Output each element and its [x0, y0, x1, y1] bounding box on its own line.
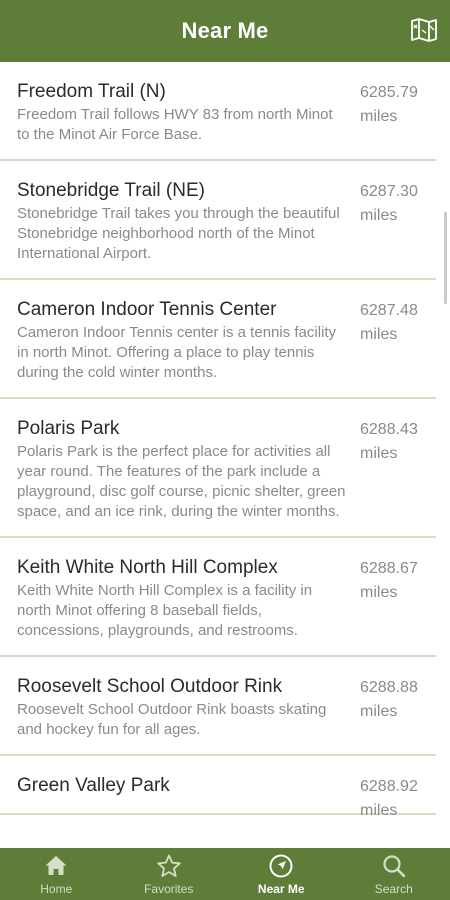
distance-value: 6288.43	[360, 421, 418, 438]
place-distance: 6285.79 miles	[360, 81, 436, 129]
places-list[interactable]: Freedom Trail (N) Freedom Trail follows …	[0, 62, 450, 848]
place-description: Stonebridge Trail takes you through the …	[17, 205, 340, 262]
place-distance: 6287.48 miles	[360, 299, 436, 347]
place-name: Freedom Trail (N)	[17, 81, 166, 102]
place-description: Roosevelt School Outdoor Rink boasts ska…	[17, 701, 327, 738]
list-item[interactable]: Green Valley Park 6288.92 miles	[0, 756, 436, 819]
distance-unit: miles	[360, 108, 398, 125]
place-name: Keith White North Hill Complex	[17, 557, 278, 578]
place-name: Cameron Indoor Tennis Center	[17, 299, 277, 320]
distance-value: 6287.48	[360, 302, 418, 319]
place-description: Freedom Trail follows HWY 83 from north …	[17, 106, 333, 143]
tab-label: Favorites	[144, 882, 194, 896]
place-description: Keith White North Hill Complex is a faci…	[17, 582, 313, 639]
search-icon	[383, 855, 406, 878]
star-icon	[157, 854, 181, 877]
tab-home[interactable]: Home	[0, 848, 113, 900]
place-description: Polaris Park is the perfect place for ac…	[17, 443, 346, 520]
home-icon	[45, 856, 67, 875]
distance-value: 6287.30	[360, 183, 418, 200]
compass-icon	[269, 854, 293, 878]
tab-favorites[interactable]: Favorites	[113, 848, 226, 900]
place-name: Green Valley Park	[17, 775, 170, 796]
place-distance: 6288.67 miles	[360, 557, 436, 605]
distance-unit: miles	[360, 703, 398, 720]
distance-unit: miles	[360, 326, 398, 343]
list-item[interactable]: Cameron Indoor Tennis Center Cameron Ind…	[0, 280, 436, 399]
tab-near-me[interactable]: Near Me	[225, 848, 338, 900]
place-distance: 6288.92 miles	[360, 775, 436, 823]
list-item[interactable]: Polaris Park Polaris Park is the perfect…	[0, 399, 436, 538]
place-description: Cameron Indoor Tennis center is a tennis…	[17, 324, 337, 381]
list-item[interactable]: Roosevelt School Outdoor Rink Roosevelt …	[0, 657, 436, 756]
scrollbar[interactable]	[444, 212, 447, 304]
tab-label: Search	[374, 882, 413, 896]
place-name: Stonebridge Trail (NE)	[17, 180, 205, 201]
distance-value: 6288.67	[360, 560, 418, 577]
distance-unit: miles	[360, 584, 398, 601]
distance-value: 6288.88	[360, 679, 418, 696]
place-distance: 6287.30 miles	[360, 180, 436, 228]
bottom-tab-bar: Home Favorites Near Me Search	[0, 848, 450, 900]
distance-unit: miles	[360, 207, 398, 224]
map-view-button[interactable]	[410, 16, 438, 44]
page-title: Near Me	[181, 18, 269, 43]
tab-search[interactable]: Search	[338, 848, 450, 900]
tab-label: Home	[40, 882, 73, 896]
list-item[interactable]: Freedom Trail (N) Freedom Trail follows …	[0, 62, 436, 161]
app-header: Near Me	[0, 0, 450, 62]
list-item[interactable]: Keith White North Hill Complex Keith Whi…	[0, 538, 436, 657]
distance-value: 6285.79	[360, 84, 418, 101]
distance-unit: miles	[360, 802, 398, 819]
place-name: Polaris Park	[17, 418, 120, 439]
tab-label: Near Me	[257, 882, 305, 896]
place-distance: 6288.88 miles	[360, 676, 436, 724]
map-icon	[411, 18, 437, 42]
place-distance: 6288.43 miles	[360, 418, 436, 466]
list-item[interactable]: Stonebridge Trail (NE) Stonebridge Trail…	[0, 161, 436, 280]
distance-unit: miles	[360, 445, 398, 462]
distance-value: 6288.92	[360, 778, 418, 795]
place-name: Roosevelt School Outdoor Rink	[17, 676, 283, 697]
